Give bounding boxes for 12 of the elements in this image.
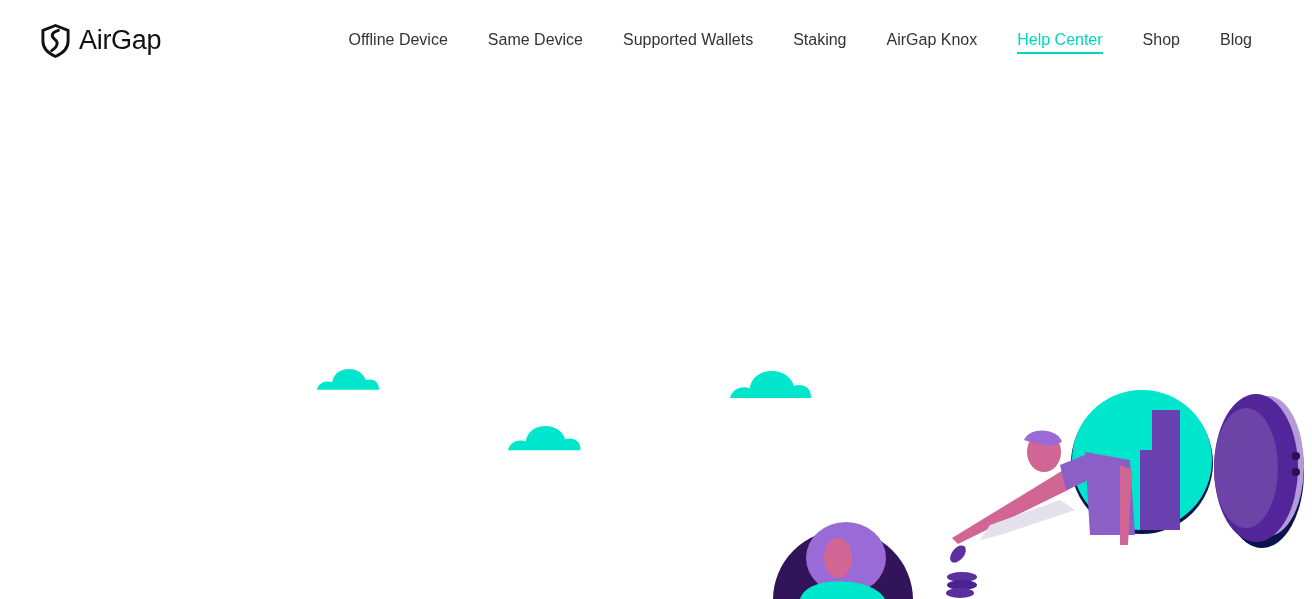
nav-link[interactable]: AirGap Knox [886, 26, 978, 54]
logo-link[interactable]: AirGap [40, 22, 162, 59]
nav-link[interactable]: Supported Wallets [623, 26, 754, 54]
shield-icon [40, 22, 71, 59]
nav-link[interactable]: Shop [1142, 26, 1180, 54]
nav-link[interactable]: Offline Device [348, 26, 448, 54]
coin-icon [950, 545, 966, 563]
nav-link[interactable]: Staking [793, 26, 847, 54]
nav-link[interactable]: Same Device [487, 26, 583, 54]
coin-stack-drawing [946, 572, 977, 598]
cloud-drawing [317, 369, 380, 390]
nav-link[interactable]: Blog [1219, 26, 1252, 54]
